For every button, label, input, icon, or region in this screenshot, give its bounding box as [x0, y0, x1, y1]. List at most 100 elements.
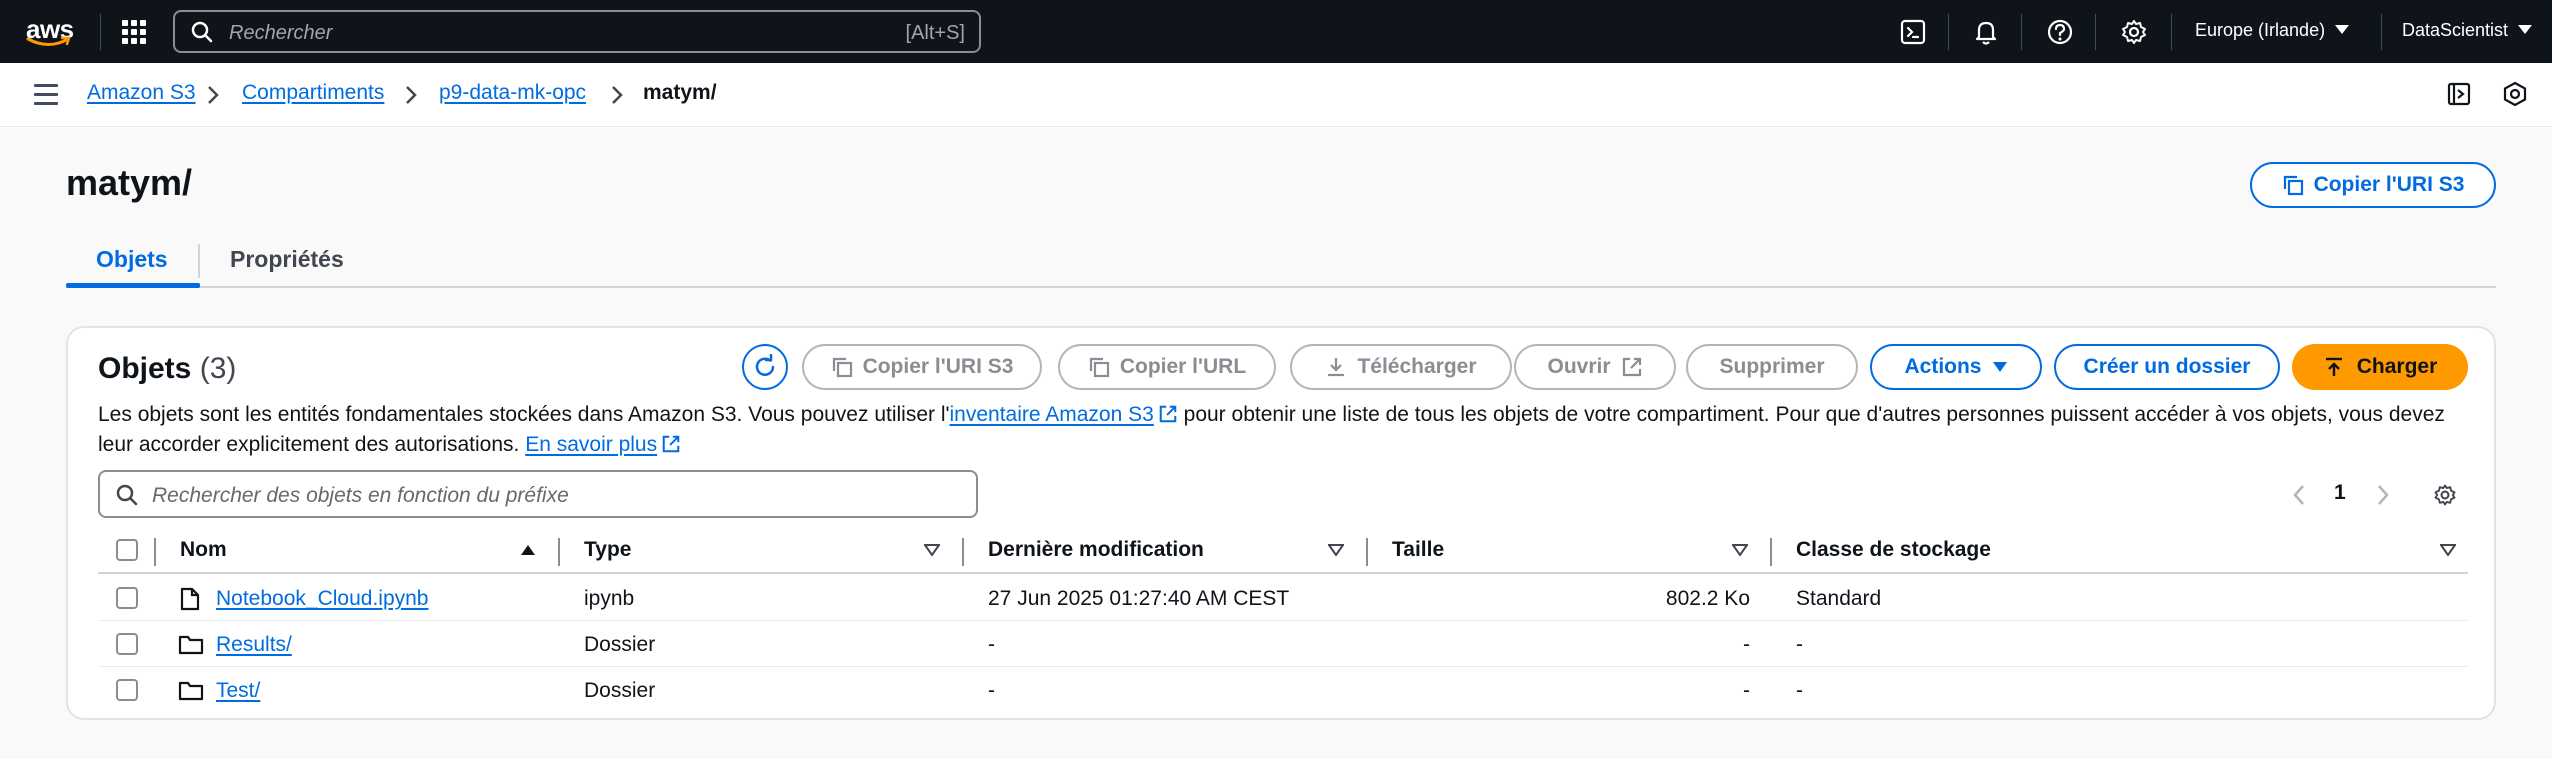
- breadcrumb-bucket[interactable]: p9-data-mk-opc: [439, 81, 586, 105]
- object-name[interactable]: Test/: [216, 679, 260, 703]
- learn-more-link[interactable]: En savoir plus: [525, 433, 657, 456]
- sort-icon[interactable]: [1732, 544, 1748, 556]
- nav-divider: [1948, 14, 1949, 50]
- tab-divider: [198, 244, 200, 278]
- sort-icon[interactable]: [1328, 544, 1344, 556]
- column-divider: [962, 538, 964, 566]
- breadcrumb-link[interactable]: Compartiments: [242, 81, 384, 104]
- account-menu[interactable]: DataScientist: [2402, 20, 2533, 41]
- page-number[interactable]: 1: [2334, 481, 2346, 505]
- objects-count: (3): [199, 352, 237, 385]
- breadcrumb-link[interactable]: Amazon S3: [87, 81, 196, 104]
- region-label: Europe (Irlande): [2195, 20, 2326, 40]
- copy-uri-button[interactable]: Copier l'URI S3: [802, 344, 1042, 390]
- breadcrumb-link[interactable]: p9-data-mk-opc: [439, 81, 586, 104]
- cloudshell-icon[interactable]: [1898, 17, 1928, 47]
- copy-icon: [2283, 175, 2303, 196]
- objects-title-text: Objets: [98, 352, 192, 385]
- column-divider: [1770, 538, 1772, 566]
- global-search-placeholder: Rechercher: [229, 22, 333, 44]
- object-type: Dossier: [584, 633, 656, 656]
- copy-icon: [832, 357, 852, 378]
- row-checkbox[interactable]: [116, 633, 138, 655]
- object-name[interactable]: Results/: [216, 633, 292, 657]
- table-row: Test/ Dossier - - -: [98, 668, 2468, 713]
- region-selector[interactable]: Europe (Irlande): [2195, 20, 2350, 41]
- objects-panel: Objets (3) Copier l'URI S3 Copier l'URL: [66, 326, 2496, 720]
- copy-uri-header-button[interactable]: Copier l'URI S3: [2250, 162, 2496, 208]
- hexagon-settings-icon[interactable]: [2502, 81, 2528, 107]
- inventory-link[interactable]: inventaire Amazon S3: [950, 403, 1154, 426]
- settings-icon[interactable]: [2119, 17, 2149, 47]
- bell-icon[interactable]: [1971, 17, 2001, 47]
- global-search-input[interactable]: Rechercher [Alt+S]: [173, 10, 981, 53]
- folder-icon: [178, 681, 204, 701]
- top-navigation: aws Rechercher [Alt+S] Europe (Irlande) …: [0, 0, 2552, 63]
- object-size: 802.2 Ko: [1665, 587, 1750, 610]
- chevron-right-icon: [612, 86, 623, 104]
- open-button[interactable]: Ouvrir: [1514, 344, 1676, 390]
- object-name[interactable]: Notebook_Cloud.ipynb: [216, 587, 428, 611]
- row-checkbox[interactable]: [116, 587, 138, 609]
- object-search-placeholder: Rechercher des objets en fonction du pré…: [152, 484, 569, 507]
- services-menu-icon[interactable]: [122, 20, 146, 44]
- chevron-right-icon: [208, 86, 219, 104]
- object-modified: -: [988, 633, 995, 656]
- menu-icon[interactable]: [34, 84, 58, 105]
- object-type: ipynb: [584, 587, 635, 610]
- tab-objets[interactable]: Objets: [96, 246, 168, 273]
- description-text: Les objets sont les entités fondamentale…: [98, 403, 950, 426]
- chevron-left-icon[interactable]: [2292, 484, 2306, 506]
- object-modified: -: [988, 679, 995, 702]
- breadcrumb-current: matym/: [643, 81, 717, 104]
- breadcrumb-compartiments[interactable]: Compartiments: [242, 81, 384, 105]
- sort-icon[interactable]: [2440, 544, 2456, 556]
- column-divider: [1366, 538, 1368, 566]
- aws-logo[interactable]: aws: [26, 14, 74, 48]
- external-link-icon: [662, 435, 680, 453]
- delete-button[interactable]: Supprimer: [1686, 344, 1858, 390]
- objects-panel-title: Objets (3): [98, 352, 236, 386]
- file-icon: [180, 587, 200, 611]
- caret-down-icon: [2335, 25, 2350, 34]
- row-checkbox[interactable]: [116, 679, 138, 701]
- sort-icon[interactable]: [924, 544, 940, 556]
- info-panel-icon[interactable]: [2446, 81, 2472, 107]
- search-icon: [116, 484, 138, 506]
- table-row: Notebook_Cloud.ipynb ipynb 27 Jun 2025 0…: [98, 576, 2468, 621]
- refresh-button[interactable]: [742, 344, 788, 390]
- sort-ascending-icon[interactable]: [520, 544, 536, 556]
- help-icon[interactable]: [2045, 17, 2075, 47]
- object-storage-class: Standard: [1796, 587, 1882, 610]
- download-button[interactable]: Télécharger: [1290, 344, 1512, 390]
- object-type: Dossier: [584, 679, 656, 702]
- tab-proprietes[interactable]: Propriétés: [230, 246, 344, 273]
- object-link[interactable]: Test/: [216, 679, 260, 702]
- chevron-right-icon[interactable]: [2376, 484, 2390, 506]
- nav-divider: [2095, 14, 2096, 50]
- object-link[interactable]: Notebook_Cloud.ipynb: [216, 587, 428, 610]
- object-size: -: [1743, 633, 1750, 656]
- breadcrumb-amazon-s3[interactable]: Amazon S3: [87, 81, 196, 105]
- table-settings-icon[interactable]: [2432, 482, 2458, 508]
- select-all-checkbox[interactable]: [116, 539, 138, 561]
- account-label: DataScientist: [2402, 20, 2509, 40]
- object-search-input[interactable]: Rechercher des objets en fonction du pré…: [98, 470, 978, 518]
- column-divider: [154, 538, 156, 566]
- upload-label: Charger: [2356, 355, 2438, 378]
- actions-dropdown-button[interactable]: Actions: [1870, 344, 2042, 390]
- upload-button[interactable]: Charger: [2292, 344, 2468, 390]
- copy-url-button[interactable]: Copier l'URL: [1058, 344, 1276, 390]
- chevron-right-icon: [406, 86, 417, 104]
- search-icon: [191, 21, 213, 43]
- create-folder-button[interactable]: Créer un dossier: [2054, 344, 2280, 390]
- object-modified: 27 Jun 2025 01:27:40 AM CEST: [988, 587, 1290, 610]
- delete-label: Supprimer: [1719, 355, 1825, 378]
- nav-divider: [100, 14, 101, 50]
- search-shortcut: [Alt+S]: [905, 22, 965, 44]
- column-divider: [558, 538, 560, 566]
- object-link[interactable]: Results/: [216, 633, 292, 656]
- external-link-icon: [1159, 405, 1177, 423]
- upload-icon: [2325, 357, 2342, 376]
- page-content: matym/ Copier l'URI S3 Objets Propriétés…: [0, 128, 2552, 759]
